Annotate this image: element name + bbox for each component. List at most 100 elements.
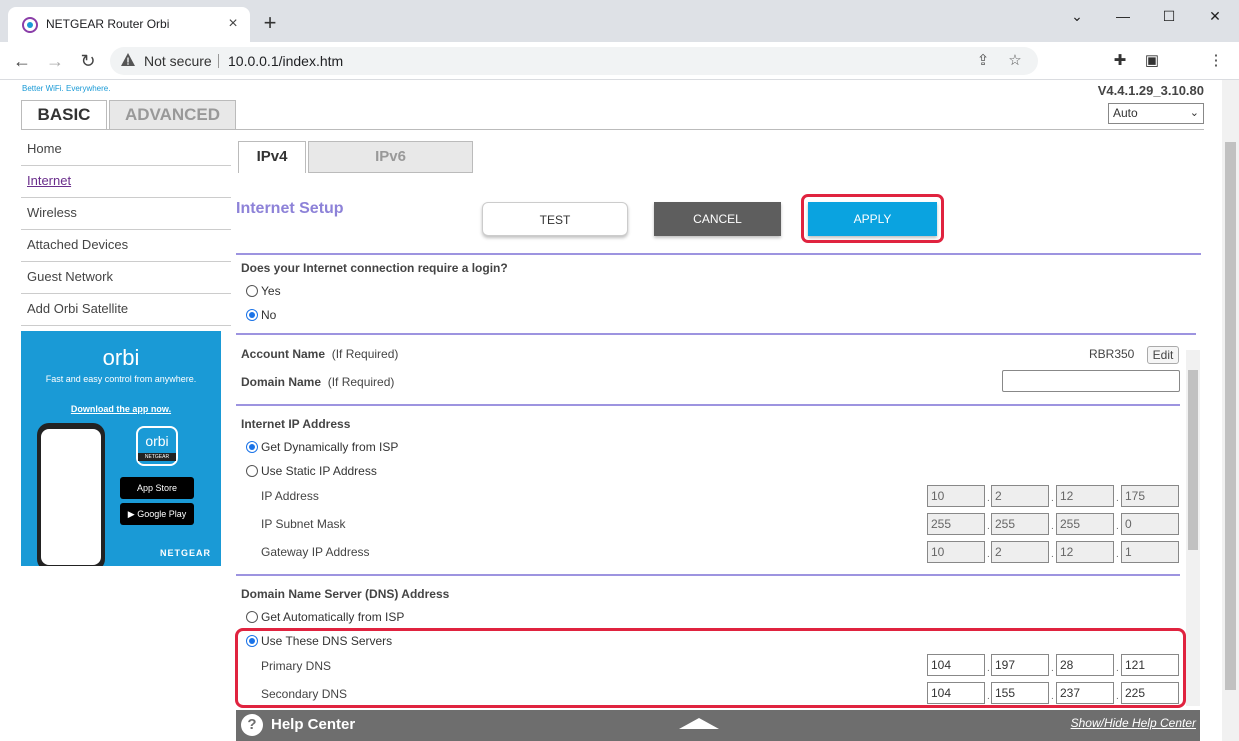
back-icon[interactable]: ← bbox=[10, 49, 34, 73]
ip-octet-3[interactable]: 12 bbox=[1056, 485, 1114, 507]
tab-close-icon[interactable]: × bbox=[224, 15, 242, 33]
ip-section-title: Internet IP Address bbox=[241, 417, 351, 431]
ip-octet-4[interactable]: 175 bbox=[1121, 485, 1179, 507]
radio-button[interactable] bbox=[246, 465, 258, 477]
reload-icon[interactable]: ↻ bbox=[76, 49, 100, 73]
login-question: Does your Internet connection require a … bbox=[241, 261, 508, 275]
more-menu-icon[interactable]: ⋮ bbox=[1206, 51, 1226, 71]
radio-label: Get Dynamically from ISP bbox=[261, 440, 399, 454]
tab-advanced[interactable]: ADVANCED bbox=[109, 100, 236, 130]
google-play-badge[interactable]: ▶ Google Play bbox=[120, 503, 194, 525]
dot: . bbox=[1051, 493, 1054, 504]
orbi-app-icon: orbi NETGEAR bbox=[136, 426, 178, 466]
apply-highlight-box bbox=[801, 194, 944, 243]
subnet-octet-1[interactable]: 255 bbox=[927, 513, 985, 535]
help-center-bar: ? Help Center Show/Hide Help Center bbox=[236, 710, 1200, 741]
sidebar-item-wireless[interactable]: Wireless bbox=[21, 198, 231, 230]
browser-tabbar: NETGEAR Router Orbi × + ⌄ — ☐ ✕ bbox=[0, 0, 1239, 42]
expand-up-arrow-icon[interactable] bbox=[679, 718, 719, 729]
test-button[interactable]: TEST bbox=[482, 202, 628, 236]
minimize-icon[interactable]: — bbox=[1100, 0, 1146, 32]
sidebar: Home Internet Wireless Attached Devices … bbox=[21, 134, 231, 326]
ip-octet-1[interactable]: 10 bbox=[927, 485, 985, 507]
download-app-link[interactable]: Download the app now. bbox=[21, 404, 221, 414]
login-no-radio[interactable]: No bbox=[246, 308, 276, 322]
sidebar-item-attached-devices[interactable]: Attached Devices bbox=[21, 230, 231, 262]
ip-address-label: IP Address bbox=[261, 489, 319, 503]
tab-ipv6[interactable]: IPv6 bbox=[308, 141, 473, 173]
sidebar-item-add-orbi-satellite[interactable]: Add Orbi Satellite bbox=[21, 294, 231, 326]
radio-button[interactable] bbox=[246, 309, 258, 321]
close-window-icon[interactable]: ✕ bbox=[1192, 0, 1238, 32]
subnet-octet-4[interactable]: 0 bbox=[1121, 513, 1179, 535]
domain-name-input[interactable] bbox=[1002, 370, 1180, 392]
radio-label: Get Automatically from ISP bbox=[261, 610, 405, 624]
section-divider bbox=[236, 574, 1180, 576]
router-page: Better WiFi. Everywhere. BASIC ADVANCED … bbox=[0, 80, 1239, 741]
account-name-label: Account Name (If Required) bbox=[241, 347, 398, 361]
tab-basic[interactable]: BASIC bbox=[21, 100, 107, 130]
tab-ipv4[interactable]: IPv4 bbox=[238, 141, 306, 173]
sidebar-item-guest-network[interactable]: Guest Network bbox=[21, 262, 231, 294]
help-question-icon[interactable]: ? bbox=[241, 714, 263, 736]
phone-screen bbox=[41, 429, 101, 565]
share-icon[interactable]: ⇪ bbox=[974, 52, 992, 70]
google-play-label: Google Play bbox=[137, 509, 187, 519]
tab-title: NETGEAR Router Orbi bbox=[46, 17, 170, 31]
orbi-app-icon-sub: NETGEAR bbox=[138, 453, 176, 461]
dot: . bbox=[1116, 493, 1119, 504]
section-divider bbox=[236, 253, 1201, 255]
gateway-octet-1[interactable]: 10 bbox=[927, 541, 985, 563]
radio-button[interactable] bbox=[246, 441, 258, 453]
sidebar-item-home[interactable]: Home bbox=[21, 134, 231, 166]
use-static-radio[interactable]: Use Static IP Address bbox=[246, 464, 377, 478]
dot: . bbox=[987, 521, 990, 532]
get-dynamic-radio[interactable]: Get Dynamically from ISP bbox=[246, 440, 398, 454]
page-title: Internet Setup bbox=[236, 200, 344, 217]
side-panel-icon[interactable]: ▣ bbox=[1142, 51, 1162, 71]
language-selected: Auto bbox=[1113, 106, 1138, 120]
extensions-icon[interactable]: ✚ bbox=[1110, 51, 1130, 71]
show-hide-help-link[interactable]: Show/Hide Help Center bbox=[1071, 716, 1196, 730]
maximize-icon[interactable]: ☐ bbox=[1146, 0, 1192, 32]
subnet-octet-2[interactable]: 255 bbox=[991, 513, 1049, 535]
dot: . bbox=[987, 549, 990, 560]
edit-button[interactable]: Edit bbox=[1147, 346, 1179, 364]
radio-button[interactable] bbox=[246, 285, 258, 297]
radio-button[interactable] bbox=[246, 611, 258, 623]
gateway-octet-3[interactable]: 12 bbox=[1056, 541, 1114, 563]
dns-section-title: Domain Name Server (DNS) Address bbox=[241, 587, 450, 601]
netgear-favicon-icon bbox=[22, 17, 38, 33]
sidebar-item-internet[interactable]: Internet bbox=[21, 166, 231, 198]
content-scrollbar-thumb[interactable] bbox=[1188, 370, 1198, 550]
app-store-badge[interactable]: App Store bbox=[120, 477, 194, 499]
page-scrollbar[interactable] bbox=[1222, 80, 1239, 741]
dot: . bbox=[1051, 521, 1054, 532]
url-text[interactable]: 10.0.0.1/index.htm bbox=[228, 53, 343, 69]
new-tab-button[interactable]: + bbox=[258, 12, 282, 36]
address-bar[interactable]: Not secure 10.0.0.1/index.htm ⇪ ☆ bbox=[110, 47, 1038, 75]
if-required-text: (If Required) bbox=[331, 347, 399, 361]
warning-icon[interactable] bbox=[120, 52, 136, 68]
bookmark-star-icon[interactable]: ☆ bbox=[1006, 52, 1024, 70]
gateway-octet-2[interactable]: 2 bbox=[991, 541, 1049, 563]
page-scrollbar-thumb[interactable] bbox=[1225, 142, 1236, 690]
section-divider bbox=[236, 404, 1180, 406]
ip-octet-2[interactable]: 2 bbox=[991, 485, 1049, 507]
forward-icon[interactable]: → bbox=[43, 49, 67, 73]
browser-tab[interactable]: NETGEAR Router Orbi × bbox=[8, 7, 250, 42]
cancel-button[interactable]: CANCEL bbox=[654, 202, 781, 236]
if-required-text: (If Required) bbox=[327, 375, 395, 389]
subnet-octet-3[interactable]: 255 bbox=[1056, 513, 1114, 535]
orbi-app-ad[interactable]: orbi Fast and easy control from anywhere… bbox=[21, 331, 221, 566]
get-auto-dns-radio[interactable]: Get Automatically from ISP bbox=[246, 610, 404, 624]
gateway-octet-4[interactable]: 1 bbox=[1121, 541, 1179, 563]
not-secure-label[interactable]: Not secure bbox=[144, 53, 212, 69]
content-scrollbar[interactable] bbox=[1186, 350, 1200, 706]
chevron-down-icon: ⌄ bbox=[1189, 107, 1199, 119]
tab-search-icon[interactable]: ⌄ bbox=[1054, 0, 1100, 32]
dot: . bbox=[1116, 549, 1119, 560]
firmware-version: V4.4.1.29_3.10.80 bbox=[1097, 83, 1204, 98]
login-yes-radio[interactable]: Yes bbox=[246, 284, 281, 298]
language-select[interactable]: Auto ⌄ bbox=[1108, 103, 1204, 124]
